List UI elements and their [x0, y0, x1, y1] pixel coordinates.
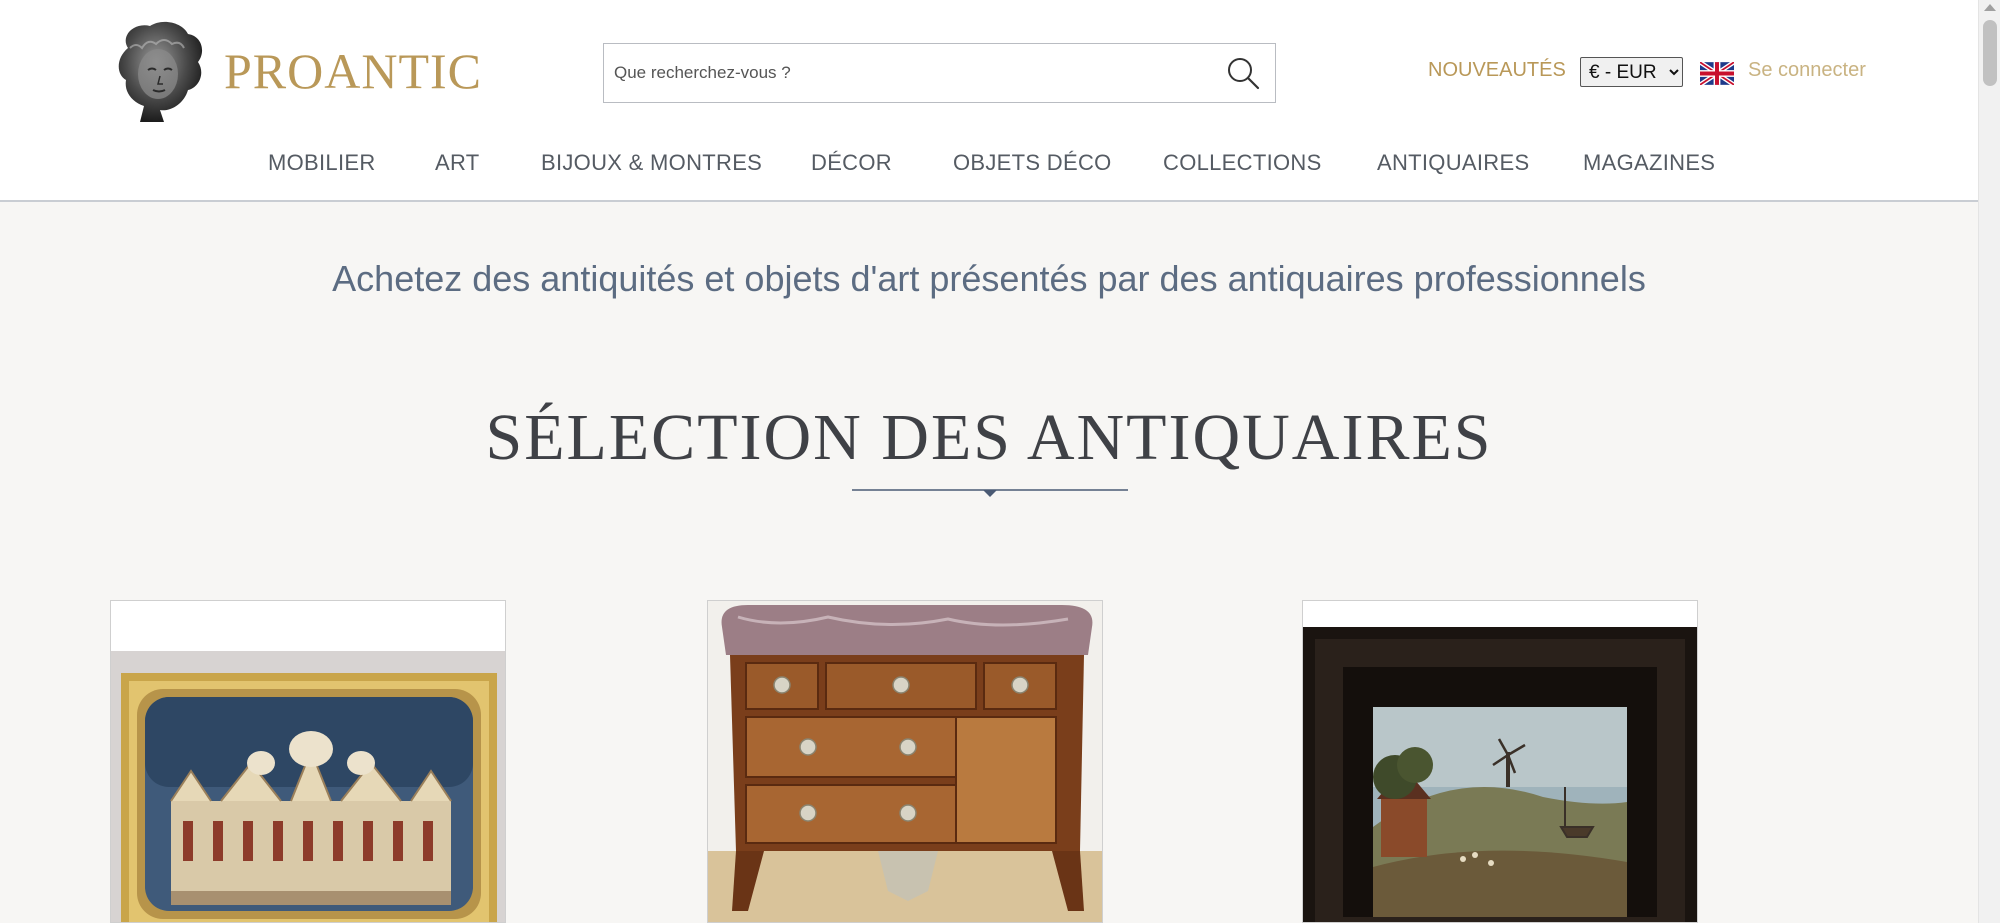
- product-image-1: [111, 651, 505, 922]
- site-header: PROANTIC NOUVEAUTÉS € - EUR Se connecter…: [0, 0, 1978, 202]
- nav-item-bijoux-montres[interactable]: BIJOUX & MONTRES: [541, 150, 762, 176]
- login-link[interactable]: Se connecter: [1748, 59, 1866, 82]
- nav-item-antiquaires[interactable]: ANTIQUAIRES: [1377, 150, 1529, 176]
- nav-item-collections[interactable]: COLLECTIONS: [1163, 150, 1322, 176]
- product-card-2[interactable]: [707, 600, 1103, 923]
- tagline: Achetez des antiquités et objets d'art p…: [332, 258, 1646, 299]
- section-title: SÉLECTION DES ANTIQUAIRES: [485, 401, 1493, 474]
- nouveautes-link[interactable]: NOUVEAUTÉS: [1428, 59, 1566, 82]
- nav-item-objets-deco[interactable]: OBJETS DÉCO: [953, 150, 1112, 176]
- bust-sculpture-icon: [118, 21, 203, 122]
- main-nav: MOBILIER ART BIJOUX & MONTRES DÉCOR OBJE…: [0, 150, 1978, 180]
- product-image-2: [708, 601, 1102, 922]
- currency-select[interactable]: € - EUR: [1580, 57, 1683, 87]
- scrollbar-thumb[interactable]: [1983, 20, 1997, 86]
- nav-item-magazines[interactable]: MAGAZINES: [1583, 150, 1715, 176]
- nav-item-decor[interactable]: DÉCOR: [811, 150, 892, 176]
- nav-item-mobilier[interactable]: MOBILIER: [268, 150, 376, 176]
- diamond-divider-icon: [852, 489, 1128, 497]
- logo-link[interactable]: PROANTIC: [110, 18, 483, 126]
- nav-item-art[interactable]: ART: [435, 150, 480, 176]
- scroll-up-icon[interactable]: [1984, 4, 1996, 11]
- search-box: [603, 43, 1276, 103]
- product-image-3: [1303, 627, 1697, 922]
- page-scrollbar[interactable]: [1978, 0, 2000, 923]
- logo-text: PROANTIC: [224, 43, 483, 99]
- product-card-1[interactable]: [110, 600, 506, 923]
- search-icon[interactable]: [1225, 55, 1261, 91]
- uk-flag-icon[interactable]: [1700, 62, 1734, 85]
- search-input[interactable]: [614, 44, 1214, 101]
- product-card-3[interactable]: [1302, 600, 1698, 923]
